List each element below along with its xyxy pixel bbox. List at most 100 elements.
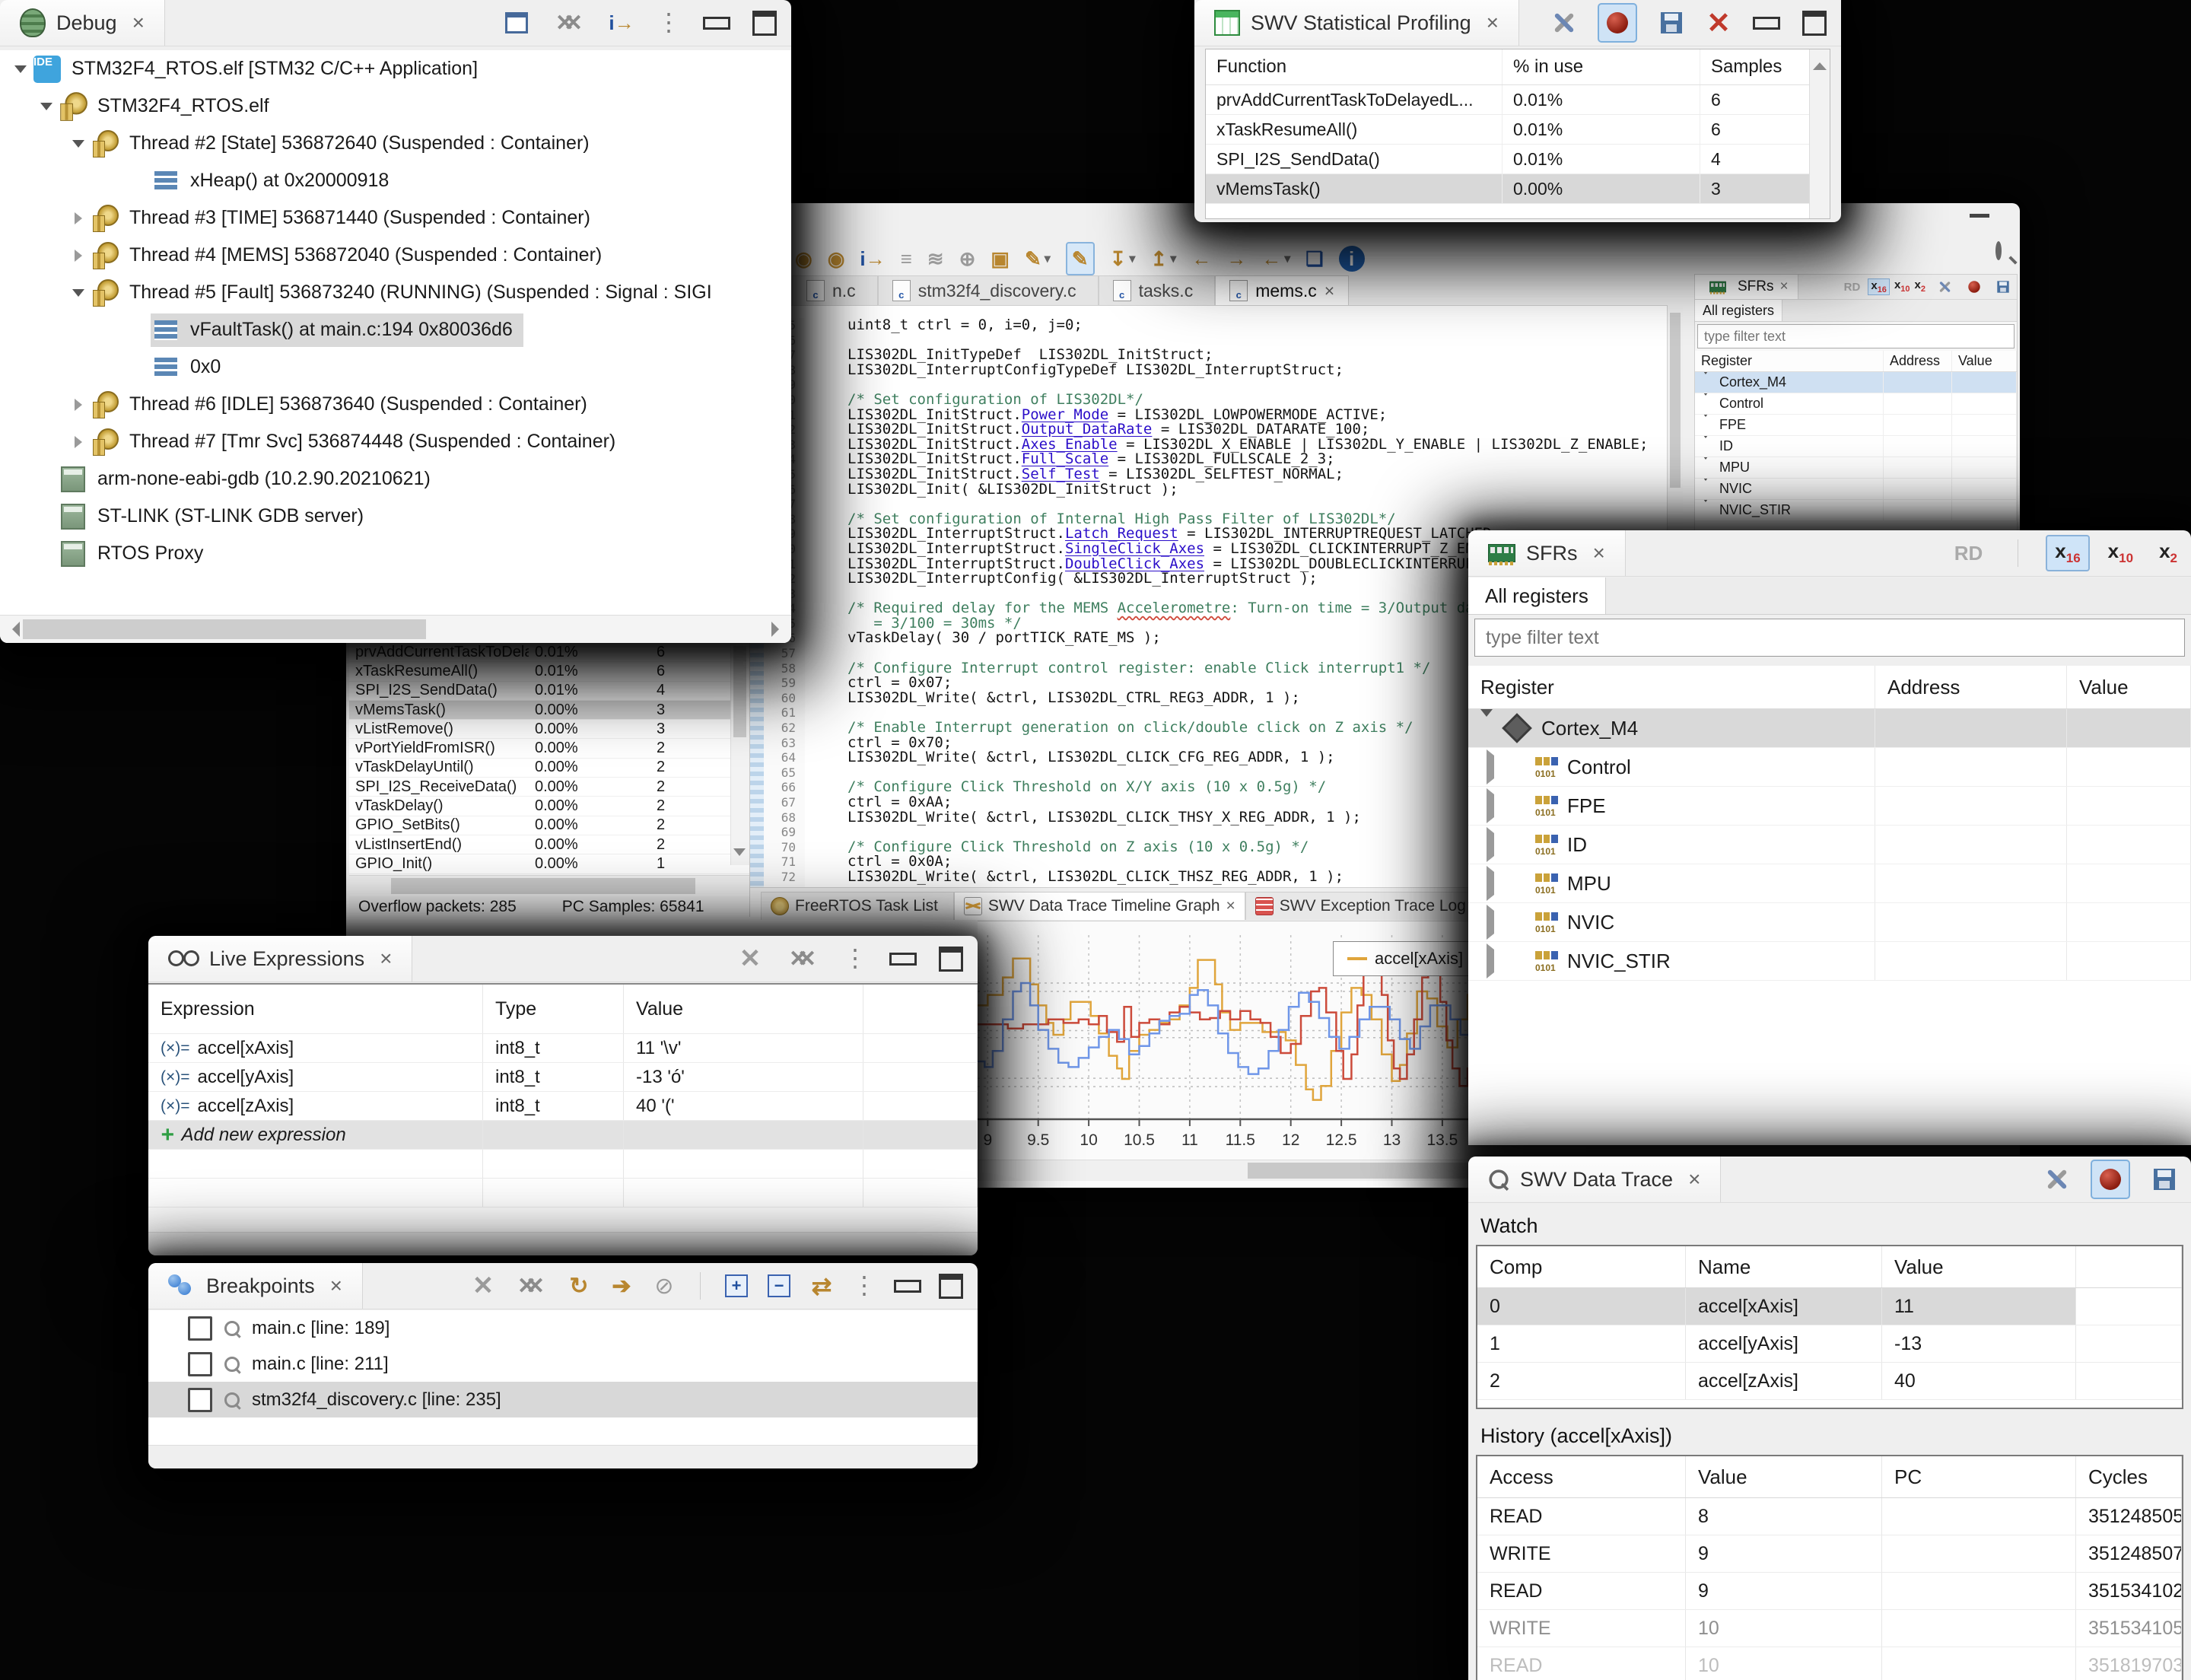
radix-button[interactable]: x16 — [2046, 535, 2090, 571]
filter-input[interactable]: type filter text — [1697, 324, 2015, 348]
dock-hscrollbar[interactable] — [349, 875, 749, 897]
profiling-row[interactable]: vPortYieldFromISR() 0.00% 2 — [349, 739, 749, 759]
chevron-icon[interactable] — [67, 212, 90, 224]
dock-vscrollbar[interactable] — [730, 643, 749, 865]
chevron-icon[interactable] — [1480, 950, 1500, 973]
skip-all-icon[interactable]: ⊘ — [651, 1271, 677, 1301]
register-row[interactable]: FPE — [1468, 787, 2191, 826]
expression-row[interactable]: accel[xAxis] int8_t11 '\v' — [148, 1034, 978, 1063]
profiling-row[interactable]: vTaskDelayUntil() 0.00% 2 — [349, 759, 749, 778]
swv-profiling-tab[interactable]: SWV Statistical Profiling × — [1194, 0, 1519, 46]
chevron-down-icon[interactable] — [1701, 417, 1710, 433]
remove-breakpoint-icon[interactable]: ✕ — [470, 1271, 496, 1301]
profiling-row[interactable]: GPIO_Init() 0.00% 1 — [349, 854, 749, 874]
debug-tree-row[interactable]: STM32F4_RTOS.elf — [0, 88, 791, 125]
pen-icon[interactable]: ✎ ▾ — [1025, 243, 1051, 274]
view-tab[interactable]: SWV Exception Trace Log — [1245, 892, 1482, 920]
radix-button[interactable]: x2 — [2151, 536, 2185, 569]
profiling-row[interactable]: xTaskResumeAll() 0.01% 6 — [349, 662, 749, 682]
chevron-icon[interactable] — [1480, 833, 1500, 857]
mark-occurrences-icon[interactable]: ✎ — [1065, 242, 1095, 275]
goto-file-icon[interactable]: ➔ — [609, 1271, 634, 1301]
view-menu-icon[interactable]: ⋮ — [851, 1271, 877, 1301]
watch-row[interactable]: 2 accel[zAxis] 40 — [1477, 1363, 2182, 1400]
chevron-icon[interactable] — [67, 250, 90, 262]
record-icon[interactable] — [1598, 3, 1637, 43]
chevron-icon[interactable] — [67, 436, 90, 448]
profiling-row[interactable]: vMemsTask() 0.00% 3 — [1206, 174, 1830, 204]
editor-tab[interactable]: tasks.c — [1098, 275, 1216, 305]
history-row[interactable]: READ93515341027 — [1477, 1573, 2182, 1610]
close-icon[interactable]: × — [380, 947, 392, 971]
profiling-row[interactable]: vListRemove() 0.00% 3 — [349, 720, 749, 740]
back-icon[interactable]: ← — [1191, 243, 1211, 274]
register-row[interactable]: MPU — [1695, 457, 2017, 479]
reset-icon[interactable]: ↻ — [566, 1271, 592, 1301]
chevron-down-icon[interactable] — [1701, 438, 1710, 454]
save-icon[interactable] — [2151, 1164, 2177, 1195]
minimize-icon[interactable] — [1970, 214, 1989, 218]
debug-tree-row[interactable]: 0x0 — [0, 348, 791, 386]
new-window-icon[interactable]: ❏ — [1305, 243, 1323, 274]
register-row[interactable]: NVIC — [1695, 479, 2017, 500]
chevron-icon[interactable] — [67, 399, 90, 411]
profiling-row[interactable]: vTaskDelay() 0.00% 2 — [349, 797, 749, 816]
minimize-icon[interactable] — [1753, 8, 1780, 38]
chevron-down-icon[interactable] — [1701, 396, 1710, 412]
add-expression-row[interactable]: Add new expression — [148, 1121, 978, 1150]
record-icon[interactable] — [2091, 1160, 2130, 1199]
debug-tree-row[interactable]: Thread #6 [IDLE] 536873640 (Suspended : … — [0, 386, 791, 423]
breakpoint-checkbox[interactable] — [188, 1387, 212, 1412]
profiling-row[interactable]: vMemsTask() 0.00% 3 — [349, 700, 749, 721]
breakpoint-marker-icon[interactable]: ◉ — [795, 243, 812, 274]
debug-tree-row[interactable]: STM32F4_RTOS.elf [STM32 C/C++ Applicatio… — [0, 50, 791, 88]
register-row[interactable]: Cortex_M4 — [1468, 709, 2191, 748]
register-row[interactable]: Cortex_M4 — [1695, 372, 2017, 393]
open-element-icon[interactable]: ▣ — [991, 243, 1010, 274]
chevron-down-icon[interactable] — [1701, 502, 1710, 518]
maximize-icon[interactable] — [938, 943, 964, 974]
next-annotation-icon[interactable]: ↧ ▾ — [1110, 243, 1136, 274]
restore-view-icon[interactable] — [504, 8, 529, 38]
close-icon[interactable]: × — [330, 1274, 342, 1298]
instruction-stepping-icon[interactable]: i → — [609, 8, 634, 38]
chevron-icon[interactable] — [1480, 717, 1493, 740]
profiling-row[interactable]: SPI_I2S_SendData() 0.01% 4 — [349, 682, 749, 701]
debug-tree-row[interactable]: vFaultTask() at main.c:194 0x80036d6 — [0, 311, 791, 348]
sfr-mini-tab[interactable]: SFRs × — [1695, 275, 1798, 299]
profiling-vscrollbar[interactable] — [1809, 49, 1830, 218]
disconnect-icon[interactable]: ✕✕ — [551, 8, 587, 38]
register-row[interactable]: FPE — [1695, 415, 2017, 436]
watch-row[interactable]: 1 accel[yAxis] -13 — [1477, 1325, 2182, 1363]
editor-tab[interactable]: n.c — [792, 275, 878, 305]
remove-expression-icon[interactable]: ✕ — [737, 943, 763, 974]
all-registers-tab[interactable]: All registers — [1468, 578, 1606, 614]
last-edit-icon[interactable]: ← ▾ — [1261, 243, 1290, 274]
breakpoint-checkbox[interactable] — [188, 1316, 212, 1341]
debug-tree-row[interactable]: ST-LINK (ST-LINK GDB server) — [0, 498, 791, 535]
expand-all-icon[interactable]: + — [723, 1271, 749, 1301]
view-menu-icon[interactable]: ⋮ — [656, 8, 682, 38]
debug-tree-row[interactable]: xHeap() at 0x20000918 — [0, 162, 791, 199]
sfrs-tab[interactable]: SFRs × — [1468, 530, 1626, 576]
info-icon[interactable]: i — [1338, 246, 1365, 272]
collapse-all-icon[interactable]: − — [766, 1271, 792, 1301]
close-icon[interactable]: × — [1593, 541, 1605, 565]
history-row[interactable]: WRITE93512485073 — [1477, 1535, 2182, 1573]
view-tab[interactable]: SWV Data Trace Timeline Graph × — [953, 892, 1245, 920]
record-icon[interactable] — [1968, 281, 1980, 293]
debug-tree-row[interactable]: Thread #4 [MEMS] 536872040 (Suspended : … — [0, 237, 791, 274]
debug-hscrollbar[interactable] — [0, 615, 791, 643]
history-row[interactable]: READ83512485050 — [1477, 1498, 2182, 1535]
chevron-icon[interactable] — [67, 134, 90, 154]
attach-icon[interactable]: ⊕ — [959, 243, 976, 274]
close-icon[interactable]: × — [1487, 11, 1499, 35]
profiling-row[interactable]: vListInsertEnd() 0.00% 2 — [349, 835, 749, 855]
remove-all-expressions-icon[interactable]: ✕✕ — [784, 943, 821, 974]
watch-row[interactable]: 0 accel[xAxis] 11 — [1477, 1288, 2182, 1325]
radix-button[interactable]: x2 — [1915, 278, 1925, 295]
editor-tab[interactable]: stm32f4_discovery.c — [877, 275, 1099, 305]
register-row[interactable]: ID — [1695, 436, 2017, 457]
remove-icon[interactable]: ✕ — [1706, 8, 1731, 40]
register-row[interactable]: Control — [1695, 393, 2017, 415]
